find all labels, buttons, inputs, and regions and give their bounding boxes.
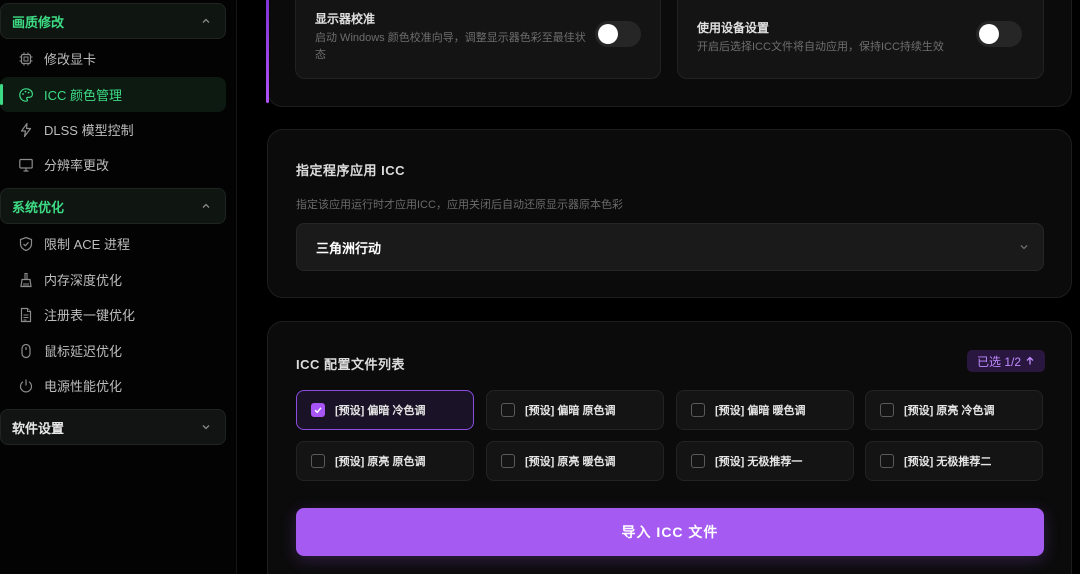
sidebar-item-label: 注册表一键优化 xyxy=(44,308,136,323)
sidebar-item-label: DLSS 模型控制 xyxy=(44,123,134,138)
checkbox-icon xyxy=(880,454,894,468)
lightning-icon xyxy=(18,122,34,138)
selected-count-badge[interactable]: 已选 1/2 xyxy=(967,350,1046,372)
sidebar-item-label: 电源性能优化 xyxy=(44,379,123,394)
sidebar-item-label: ICC 颜色管理 xyxy=(44,88,123,103)
sidebar-group-image-quality[interactable]: 画质修改 xyxy=(0,3,226,39)
icc-profile-title: ICC 配置文件列表 xyxy=(296,357,406,372)
broom-icon xyxy=(18,272,34,288)
device-settings-toggle[interactable] xyxy=(976,21,1022,47)
app-icc-description: 指定该应用运行时才应用ICC，应用关闭后自动还原显示器原本色彩 xyxy=(296,199,623,211)
main-content: 显示器校准 启动 Windows 颜色校准向导，调整显示器色彩至最佳状态 使用设… xyxy=(237,0,1080,574)
palette-icon xyxy=(18,87,34,103)
icc-profile-label: [预设] 原亮 原色调 xyxy=(335,456,426,468)
sidebar-group-label: 系统优化 xyxy=(12,199,65,215)
checkbox-icon xyxy=(880,403,894,417)
sidebar-group-label: 画质修改 xyxy=(12,14,65,30)
sidebar-item-resolution[interactable]: 分辨率更改 xyxy=(0,147,226,182)
checkbox-icon xyxy=(691,403,705,417)
icc-profile-option[interactable]: [预设] 原亮 暖色调 xyxy=(486,441,664,481)
icc-profile-label: [预设] 无极推荐一 xyxy=(715,456,803,468)
import-icc-label: 导入 ICC 文件 xyxy=(621,524,719,540)
checkbox-icon xyxy=(501,454,515,468)
sidebar-item-power[interactable]: 电源性能优化 xyxy=(0,368,226,403)
chip-icon xyxy=(18,51,34,67)
app-icc-card: 指定程序应用 ICC 指定该应用运行时才应用ICC，应用关闭后自动还原显示器原本… xyxy=(267,129,1072,298)
sidebar-item-icc-color[interactable]: ICC 颜色管理 xyxy=(0,77,226,112)
monitor-icon xyxy=(18,157,34,173)
calibration-title: 显示器校准 xyxy=(315,12,376,26)
icc-profile-label: [预设] 无极推荐二 xyxy=(904,456,992,468)
icc-profile-label: [预设] 原亮 冷色调 xyxy=(904,405,995,417)
checkbox-icon xyxy=(501,403,515,417)
icc-profile-option[interactable]: [预设] 原亮 原色调 xyxy=(296,441,474,481)
power-icon xyxy=(18,378,34,394)
sidebar-item-label: 分辨率更改 xyxy=(44,158,110,173)
calibration-toggle[interactable] xyxy=(595,21,641,47)
icc-profile-option[interactable]: [预设] 偏暗 冷色调 xyxy=(296,390,474,430)
sidebar-item-label: 鼠标延迟优化 xyxy=(44,344,123,359)
sidebar-group-label: 软件设置 xyxy=(12,420,65,436)
sidebar-item-memory[interactable]: 内存深度优化 xyxy=(0,262,226,297)
calibration-description: 启动 Windows 颜色校准向导，调整显示器色彩至最佳状态 xyxy=(315,32,586,61)
document-icon xyxy=(18,307,34,323)
app-window: 画质修改 修改显卡 ICC 颜色管理 DLSS 模型控制 分辨率更改 系统优化 … xyxy=(0,0,1080,574)
import-icc-button[interactable]: 导入 ICC 文件 xyxy=(296,508,1044,556)
icc-profile-option[interactable]: [预设] 原亮 冷色调 xyxy=(865,390,1043,430)
selected-count-label: 已选 1/2 xyxy=(977,354,1022,369)
icc-profile-option[interactable]: [预设] 无极推荐二 xyxy=(865,441,1043,481)
sidebar-item-limit-ace[interactable]: 限制 ACE 进程 xyxy=(0,226,226,261)
app-icc-title: 指定程序应用 ICC xyxy=(296,163,406,178)
app-select[interactable]: 三角洲行动 xyxy=(296,223,1044,271)
icc-profile-card: ICC 配置文件列表 已选 1/2 [预设] 偏暗 冷色调 [预设] 偏暗 原色… xyxy=(267,321,1072,574)
arrow-up-icon xyxy=(1025,356,1035,366)
sidebar-item-dlss[interactable]: DLSS 模型控制 xyxy=(0,112,226,147)
sidebar-group-system-optimize[interactable]: 系统优化 xyxy=(0,188,226,224)
mouse-icon xyxy=(18,343,34,359)
checkbox-checked-icon xyxy=(311,403,325,417)
sidebar-item-modify-gpu[interactable]: 修改显卡 xyxy=(0,41,226,76)
sidebar-item-mouse[interactable]: 鼠标延迟优化 xyxy=(0,333,226,368)
sidebar: 画质修改 修改显卡 ICC 颜色管理 DLSS 模型控制 分辨率更改 系统优化 … xyxy=(0,0,237,574)
toggle-knob xyxy=(598,24,618,44)
checkbox-icon xyxy=(691,454,705,468)
shield-icon xyxy=(18,236,34,252)
toggle-knob xyxy=(979,24,999,44)
device-settings-title: 使用设备设置 xyxy=(697,21,770,35)
sidebar-group-software-settings[interactable]: 软件设置 xyxy=(0,409,226,445)
chevron-down-icon xyxy=(201,422,211,432)
icc-profile-label: [预设] 偏暗 暖色调 xyxy=(715,405,806,417)
sidebar-item-label: 内存深度优化 xyxy=(44,273,123,288)
icc-profile-label: [预设] 偏暗 冷色调 xyxy=(335,405,426,417)
chevron-up-icon xyxy=(201,16,211,26)
chevron-down-icon xyxy=(1019,242,1029,252)
device-settings-description: 开启后选择ICC文件将自动应用，保持ICC持续生效 xyxy=(697,41,944,53)
calibration-panel: 显示器校准 启动 Windows 颜色校准向导，调整显示器色彩至最佳状态 xyxy=(295,0,661,79)
icc-profile-option[interactable]: [预设] 无极推荐一 xyxy=(676,441,854,481)
icc-profile-label: [预设] 原亮 暖色调 xyxy=(525,456,616,468)
sidebar-item-registry[interactable]: 注册表一键优化 xyxy=(0,297,226,332)
app-select-value: 三角洲行动 xyxy=(316,240,382,256)
sidebar-item-label: 限制 ACE 进程 xyxy=(44,237,130,252)
icc-profile-label: [预设] 偏暗 原色调 xyxy=(525,405,616,417)
icc-profile-option[interactable]: [预设] 偏暗 暖色调 xyxy=(676,390,854,430)
display-settings-card: 显示器校准 启动 Windows 颜色校准向导，调整显示器色彩至最佳状态 使用设… xyxy=(266,0,1072,107)
checkbox-icon xyxy=(311,454,325,468)
device-settings-panel: 使用设备设置 开启后选择ICC文件将自动应用，保持ICC持续生效 xyxy=(677,0,1044,79)
icc-profile-option[interactable]: [预设] 偏暗 原色调 xyxy=(486,390,664,430)
chevron-up-icon xyxy=(201,201,211,211)
sidebar-item-label: 修改显卡 xyxy=(44,52,97,67)
